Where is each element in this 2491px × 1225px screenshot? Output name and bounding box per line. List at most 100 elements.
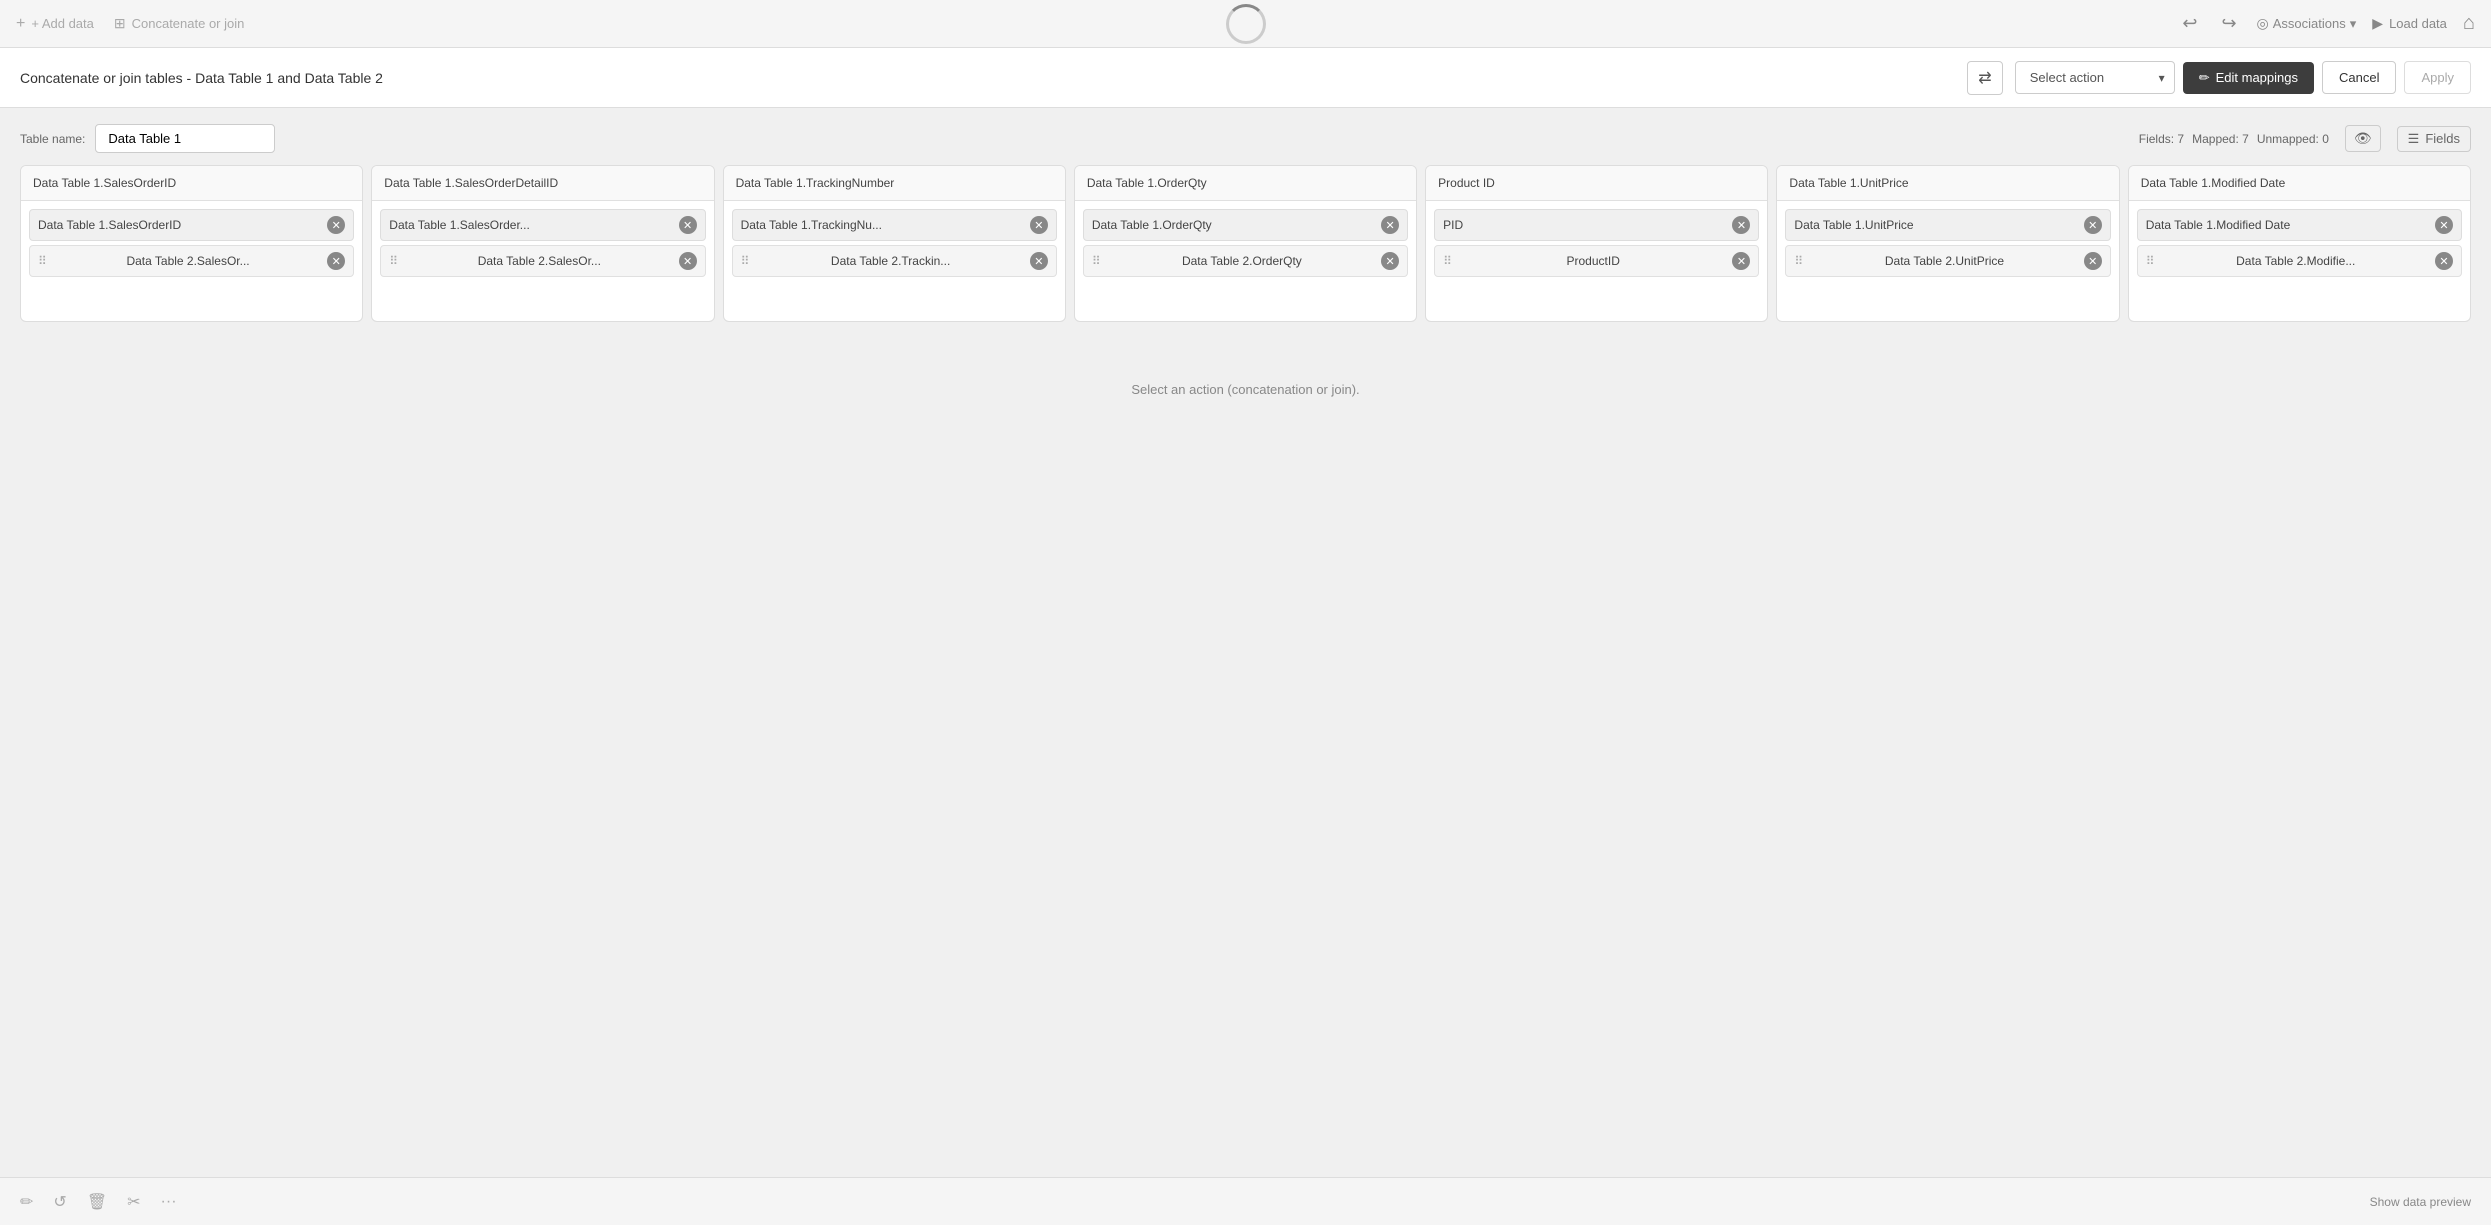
chip-remove-button[interactable]: ✕ (327, 216, 345, 234)
chip-text: Data Table 2.UnitPrice (1885, 254, 2004, 268)
column-header-0: Data Table 1.SalesOrderID (21, 166, 362, 201)
chip-text: Data Table 1.UnitPrice (1794, 218, 2079, 232)
load-data-button[interactable]: ▶ Load data (2372, 15, 2447, 32)
delete-icon[interactable]: 🗑 (87, 1192, 107, 1212)
column-body-0: Data Table 1.SalesOrderID ✕ ⠿ Data Table… (21, 201, 362, 321)
column-card-1: Data Table 1.SalesOrderDetailID Data Tab… (371, 165, 714, 322)
chip-text: Data Table 1.OrderQty (1092, 218, 1377, 232)
associations-icon: ◎ (2257, 15, 2269, 32)
chip-remove-button[interactable]: ✕ (1030, 252, 1048, 270)
plus-icon: + (16, 15, 25, 33)
fields-info: Fields: 7 Mapped: 7 Unmapped: 0 (2139, 132, 2329, 146)
chip-remove-button[interactable]: ✕ (1030, 216, 1048, 234)
chip-remove-button[interactable]: ✕ (1381, 216, 1399, 234)
undo-button[interactable]: ↩ (2178, 9, 2201, 38)
table-name-label: Table name: (20, 132, 85, 146)
chip-text: Data Table 2.SalesOr... (126, 254, 249, 268)
chip-remove-button[interactable]: ✕ (1732, 252, 1750, 270)
top-nav-right: ↩ ↪ ◎ Associations ▾ ▶ Load data ⌂ (2178, 9, 2475, 38)
chip-remove-button[interactable]: ✕ (679, 252, 697, 270)
concat-join-nav[interactable]: ⊞ Concatenate or join (114, 15, 244, 32)
chip-remove-button[interactable]: ✕ (1732, 216, 1750, 234)
loading-spinner (1226, 4, 1266, 44)
column-header-1: Data Table 1.SalesOrderDetailID (372, 166, 713, 201)
bottom-toolbar-icons: ✏ ↺ 🗑 ✂ ··· (20, 1192, 177, 1212)
chip-text: Data Table 2.OrderQty (1182, 254, 1302, 268)
field-chip-row1: Data Table 1.SalesOrderID ✕ (29, 209, 354, 241)
column-header-5: Data Table 1.UnitPrice (1777, 166, 2118, 201)
chip-remove-button[interactable]: ✕ (327, 252, 345, 270)
column-card-4: Product ID PID ✕ ⠿ ProductID ✕ (1425, 165, 1768, 322)
associations-label: Associations (2273, 16, 2346, 31)
redo-button[interactable]: ↪ (2217, 9, 2240, 38)
field-chip-row2: ⠿ Data Table 2.Trackin... ✕ (732, 245, 1057, 277)
chip-remove-button[interactable]: ✕ (679, 216, 697, 234)
field-chip-row2: ⠿ Data Table 2.Modifie... ✕ (2137, 245, 2462, 277)
chip-remove-button[interactable]: ✕ (1381, 252, 1399, 270)
edit-mappings-button[interactable]: ✏ Edit mappings (2183, 62, 2314, 94)
edit-mappings-label: Edit mappings (2216, 70, 2298, 85)
column-header-6: Data Table 1.Modified Date (2129, 166, 2470, 201)
table-name-row: Table name: Fields: 7 Mapped: 7 Unmapped… (20, 124, 2471, 153)
field-chip-row1: Data Table 1.Modified Date ✕ (2137, 209, 2462, 241)
column-body-3: Data Table 1.OrderQty ✕ ⠿ Data Table 2.O… (1075, 201, 1416, 321)
chip-remove-button[interactable]: ✕ (2084, 216, 2102, 234)
top-nav-left: + + Add data ⊞ Concatenate or join (16, 15, 2158, 33)
chip-text: Data Table 2.Trackin... (831, 254, 950, 268)
drag-handle-icon: ⠿ (389, 254, 398, 268)
chip-remove-button[interactable]: ✕ (2084, 252, 2102, 270)
apply-button[interactable]: Apply (2404, 61, 2471, 94)
field-chip-row1: PID ✕ (1434, 209, 1759, 241)
home-button[interactable]: ⌂ (2463, 12, 2475, 35)
edit-icon[interactable]: ✏ (20, 1192, 33, 1212)
header-right: Select action Concatenation Join ▾ ✏ Edi… (2015, 61, 2471, 94)
column-card-0: Data Table 1.SalesOrderID Data Table 1.S… (20, 165, 363, 322)
bottom-toolbar: ✏ ↺ 🗑 ✂ ··· Show data preview (0, 1177, 2491, 1225)
field-chip-row1: Data Table 1.TrackingNu... ✕ (732, 209, 1057, 241)
chip-text: Data Table 2.SalesOr... (478, 254, 601, 268)
load-data-icon: ▶ (2372, 15, 2383, 32)
refresh-icon[interactable]: ↺ (53, 1192, 66, 1212)
toggle-visibility-button[interactable]: 👁 (2345, 125, 2381, 152)
add-data-nav[interactable]: + + Add data (16, 15, 94, 33)
select-action-wrapper: Select action Concatenation Join ▾ (2015, 61, 2175, 94)
field-chip-row2: ⠿ Data Table 2.SalesOr... ✕ (380, 245, 705, 277)
column-header-4: Product ID (1426, 166, 1767, 201)
column-body-1: Data Table 1.SalesOrder... ✕ ⠿ Data Tabl… (372, 201, 713, 321)
swap-button[interactable]: ⇄ (1967, 61, 2002, 95)
chip-remove-button[interactable]: ✕ (2435, 216, 2453, 234)
column-header-2: Data Table 1.TrackingNumber (724, 166, 1065, 201)
loading-spinner-container (1226, 4, 1266, 44)
add-data-label: + Add data (31, 16, 94, 31)
column-body-6: Data Table 1.Modified Date ✕ ⠿ Data Tabl… (2129, 201, 2470, 321)
drag-handle-icon: ⠿ (38, 254, 47, 268)
field-chip-row1: Data Table 1.SalesOrder... ✕ (380, 209, 705, 241)
chip-text: Data Table 1.SalesOrderID (38, 218, 323, 232)
column-header-3: Data Table 1.OrderQty (1075, 166, 1416, 201)
column-card-6: Data Table 1.Modified Date Data Table 1.… (2128, 165, 2471, 322)
column-card-5: Data Table 1.UnitPrice Data Table 1.Unit… (1776, 165, 2119, 322)
field-chip-row1: Data Table 1.UnitPrice ✕ (1785, 209, 2110, 241)
cut-icon[interactable]: ✂ (127, 1192, 140, 1212)
chip-remove-button[interactable]: ✕ (2435, 252, 2453, 270)
fields-button[interactable]: ☰ Fields (2397, 126, 2471, 152)
load-data-label: Load data (2389, 16, 2447, 31)
table-name-right: Fields: 7 Mapped: 7 Unmapped: 0 👁 ☰ Fiel… (2139, 125, 2471, 152)
unmapped-count: Unmapped: 0 (2257, 132, 2329, 146)
cancel-button[interactable]: Cancel (2322, 61, 2396, 94)
associations-button[interactable]: ◎ Associations ▾ (2257, 15, 2357, 32)
drag-handle-icon: ⠿ (2146, 254, 2155, 268)
column-body-4: PID ✕ ⠿ ProductID ✕ (1426, 201, 1767, 321)
show-data-preview-button[interactable]: Show data preview (2370, 1195, 2471, 1209)
drag-handle-icon: ⠿ (1092, 254, 1101, 268)
select-action-dropdown[interactable]: Select action Concatenation Join (2015, 61, 2175, 94)
column-body-5: Data Table 1.UnitPrice ✕ ⠿ Data Table 2.… (1777, 201, 2118, 321)
mapped-count: Mapped: 7 (2192, 132, 2249, 146)
table-name-input[interactable] (95, 124, 275, 153)
more-icon[interactable]: ··· (161, 1193, 177, 1211)
status-message: Select an action (concatenation or join)… (1131, 382, 1359, 397)
field-chip-row2: ⠿ ProductID ✕ (1434, 245, 1759, 277)
header-bar: Concatenate or join tables - Data Table … (0, 48, 2491, 108)
bottom-right: Show data preview (2370, 1195, 2471, 1209)
associations-chevron-icon: ▾ (2350, 16, 2357, 32)
